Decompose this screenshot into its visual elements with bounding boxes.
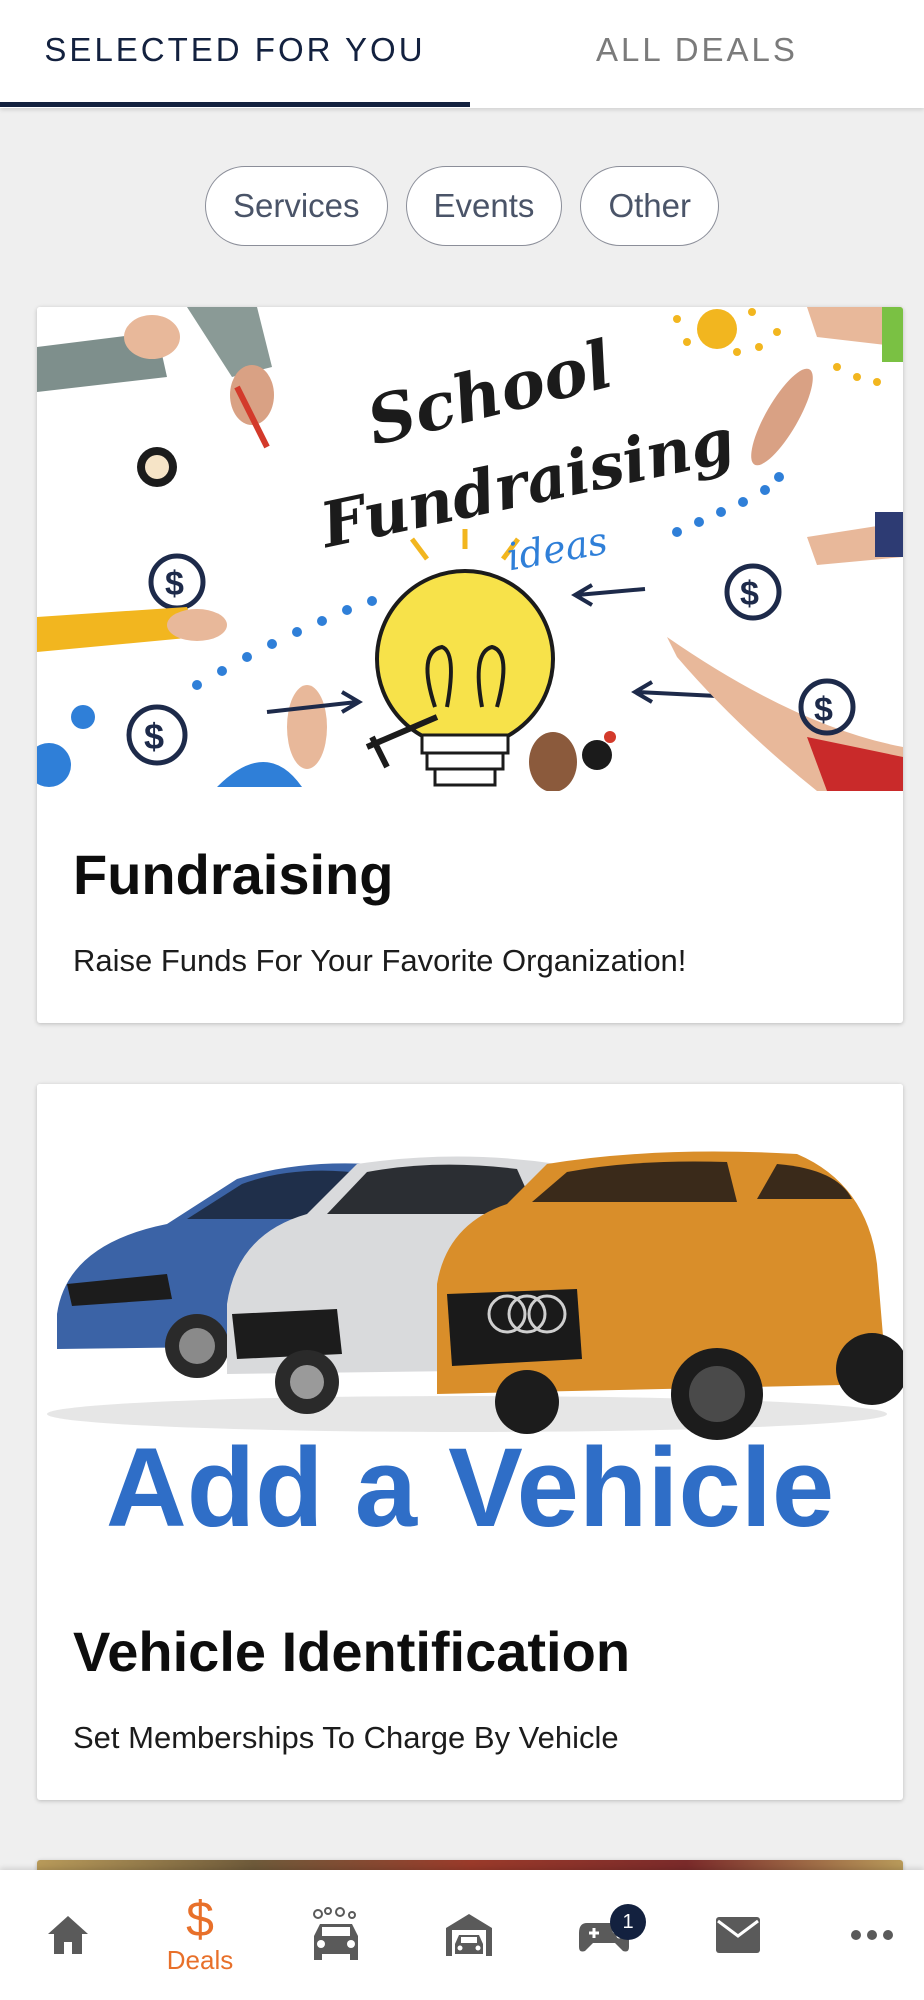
deal-card-vehicle-identification[interactable]: Add a Vehicle Vehicle Identification Set…	[37, 1084, 903, 1800]
top-tabs: SELECTED FOR YOU ALL DEALS	[0, 0, 924, 108]
nav-deals[interactable]: $ Deals	[134, 1870, 266, 2000]
filter-chips: Services Events Other	[0, 166, 924, 248]
chip-other[interactable]: Other	[580, 166, 719, 246]
card-title: Fundraising	[73, 843, 394, 906]
mail-icon	[716, 1917, 760, 1953]
notification-badge: 1	[610, 1904, 646, 1940]
nav-more[interactable]	[806, 1870, 924, 2000]
tab-selected-for-you[interactable]: SELECTED FOR YOU	[0, 0, 470, 100]
more-icon	[851, 1930, 893, 1940]
svg-text:$: $	[165, 565, 184, 603]
garage-car-icon	[446, 1914, 492, 1956]
nav-garage[interactable]	[403, 1870, 535, 2000]
card-title: Vehicle Identification	[73, 1620, 631, 1683]
deal-card-fundraising[interactable]: $ $ $ $ School Fundraising ideas Fundrai…	[37, 307, 903, 1023]
chip-events[interactable]: Events	[405, 166, 563, 246]
svg-text:$: $	[740, 575, 759, 613]
fundraising-image: $ $ $ $ School Fundraising ideas	[37, 307, 903, 791]
card-subtitle: Raise Funds For Your Favorite Organizati…	[73, 943, 687, 978]
nav-car-wash[interactable]	[270, 1870, 402, 2000]
add-vehicle-image: Add a Vehicle	[37, 1084, 903, 1574]
svg-text:$: $	[144, 716, 164, 757]
active-tab-indicator	[0, 102, 470, 107]
card-subtitle: Set Memberships To Charge By Vehicle	[73, 1720, 619, 1755]
nav-messages[interactable]	[672, 1870, 804, 2000]
nav-home[interactable]	[2, 1870, 134, 2000]
bottom-navigation: $ Deals 1	[0, 1870, 924, 2000]
car-wash-icon	[313, 1907, 358, 1960]
chip-services[interactable]: Services	[205, 166, 388, 246]
dollar-icon: $	[186, 1890, 214, 1947]
nav-games[interactable]: 1	[538, 1870, 670, 2000]
svg-text:$: $	[814, 691, 833, 729]
home-icon	[48, 1916, 88, 1954]
tab-all-deals[interactable]: ALL DEALS	[470, 0, 924, 100]
image-text-add-vehicle: Add a Vehicle	[106, 1425, 834, 1550]
nav-deals-label: Deals	[166, 1944, 234, 1975]
